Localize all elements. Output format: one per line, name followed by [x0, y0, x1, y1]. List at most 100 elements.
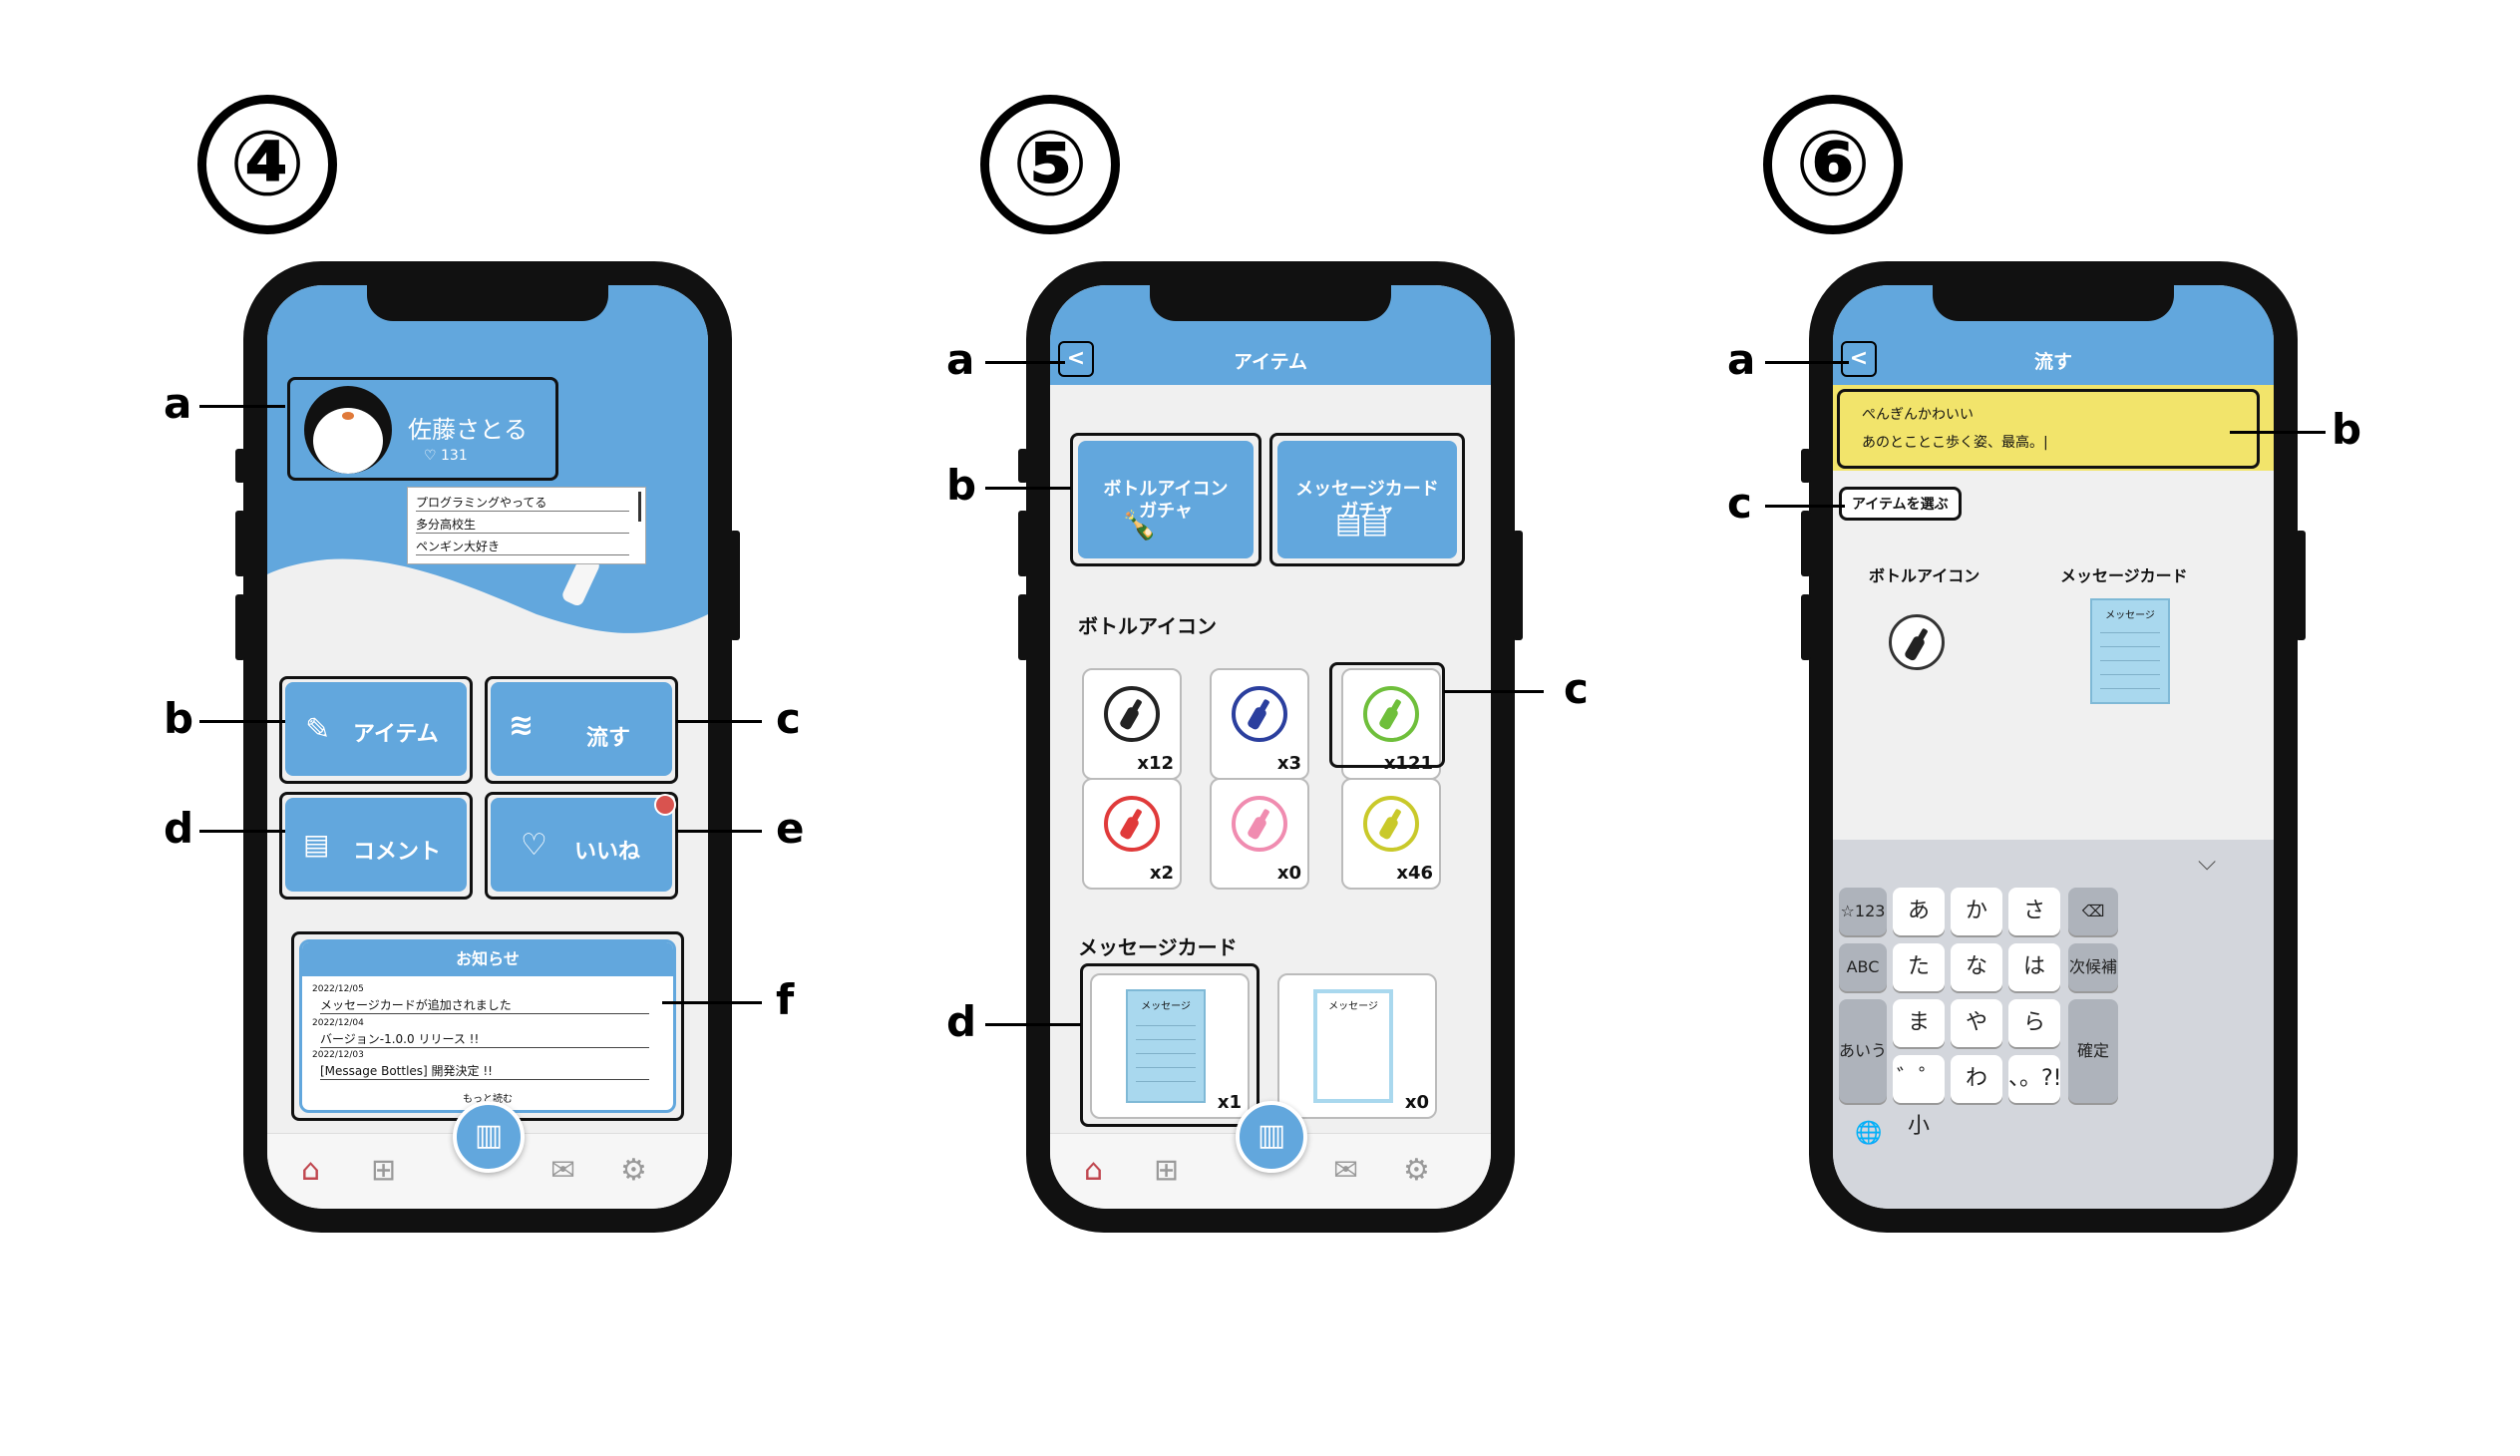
callout-f: f [776, 975, 795, 1024]
key-0[interactable]: ま [1893, 999, 1945, 1047]
message-line: ぺんぎんかわいい [1862, 407, 1974, 423]
key-2[interactable]: ら [2008, 999, 2060, 1047]
bottle-cell[interactable]: x46 [1341, 778, 1441, 890]
news-date: 2022/12/04 [312, 1018, 364, 1028]
heart-icon: ♡ [424, 448, 437, 464]
flow-screen: 流す < ぺんぎんかわいい あのとことこ歩く姿、最高。| アイテムを選ぶ ボトル… [1833, 285, 2274, 1209]
page-title: アイテム [1233, 351, 1308, 373]
card-count: x0 [1404, 1092, 1429, 1113]
settings-icon[interactable]: ⚙ [620, 1156, 647, 1186]
scrollbar[interactable] [638, 492, 641, 522]
likes-count: 131 [441, 448, 468, 464]
like-button[interactable]: ♡ いいね [491, 794, 676, 892]
bio-line: ペンギン大好き [416, 538, 629, 555]
news-item[interactable]: バージョン-1.0.0 リリース !! [320, 1030, 649, 1048]
bio-line: プログラミングやってる [416, 494, 629, 512]
key-2[interactable]: か [1951, 888, 2002, 935]
key-1[interactable]: あ [1893, 888, 1945, 935]
mail-icon[interactable]: ✉ [1333, 1156, 1358, 1186]
bottle-section-title: ボトルアイコン [1078, 614, 1217, 638]
message-card-empty: メッセージ [1313, 989, 1393, 1103]
flow-button[interactable]: ≋ 流す [491, 682, 672, 776]
card-section-title: メッセージカード [1078, 935, 1238, 959]
key-2[interactable]: な [1951, 943, 2002, 991]
map-icon[interactable]: ▥ [453, 1101, 525, 1173]
selected-bottle[interactable] [1889, 614, 1945, 670]
key-2[interactable]: 、。?! [2008, 1055, 2062, 1103]
message-input[interactable]: ぺんぎんかわいい あのとことこ歩く姿、最高。| [1837, 389, 2260, 469]
back-button[interactable]: < [1058, 341, 1094, 377]
callout-b: b [946, 461, 977, 510]
key-confirm[interactable]: 確定 [2068, 999, 2118, 1103]
key-4[interactable]: 次候補 [2068, 943, 2118, 991]
selected-bottle-outline [1329, 662, 1445, 768]
notification-badge [654, 794, 676, 816]
settings-icon[interactable]: ⚙ [1403, 1156, 1430, 1186]
heart-icon: ♡ [521, 828, 547, 863]
chevron-down-icon[interactable]: ⌵ [2198, 848, 2216, 876]
phone-home: 佐藤さとる ♡ 131 プログラミングやってる 多分高校生 ペンギン大好き ✎ … [235, 261, 740, 1233]
home-icon[interactable]: ⌂ [1084, 1156, 1103, 1186]
card-count: x1 [1217, 1092, 1242, 1113]
home-icon[interactable]: ⌂ [301, 1156, 320, 1186]
key-3[interactable]: さ [2008, 888, 2060, 935]
phone-flow: 流す < ぺんぎんかわいい あのとことこ歩く姿、最高。| アイテムを選ぶ ボトル… [1801, 261, 2306, 1233]
selected-card[interactable]: メッセージ [2090, 598, 2170, 704]
map-icon[interactable]: ▥ [1236, 1101, 1307, 1173]
back-button[interactable]: < [1841, 341, 1877, 377]
bottle-cell[interactable]: x2 [1082, 778, 1182, 890]
add-icon[interactable]: ⊞ [371, 1156, 396, 1186]
bottle-icon [1363, 796, 1419, 852]
bottle-icon [1905, 628, 1928, 661]
key-0[interactable]: ゛゜小 [1893, 1055, 1945, 1139]
choose-item-button[interactable]: アイテムを選ぶ [1839, 487, 1962, 521]
profile-name: 佐藤さとる [408, 416, 528, 444]
keyboard: ⌵ ☆123 あかさ ⌫ ABC たなは次候補あいうまやら゛゜小わ、。?! 確定 🌐 [1833, 840, 2274, 1209]
key-1[interactable]: た [1893, 943, 1945, 991]
item-button[interactable]: ✎ アイテム [285, 682, 467, 776]
key-1[interactable]: や [1951, 999, 2002, 1047]
card-gacha-button[interactable]: メッセージカード ガチャ ▤▤ [1277, 441, 1457, 558]
key-1[interactable]: わ [1951, 1055, 2002, 1103]
bottle-icon [1232, 686, 1287, 742]
bottle-count: x0 [1276, 863, 1301, 884]
item-icon: ✎ [305, 712, 331, 747]
news-date: 2022/12/03 [312, 1050, 364, 1060]
comment-button[interactable]: ▤ コメント [285, 798, 467, 892]
avatar [304, 386, 392, 474]
news-title: お知らせ [302, 942, 673, 976]
bottle-cell[interactable]: x3 [1210, 668, 1309, 780]
news-item[interactable]: メッセージカードが追加されました [320, 996, 649, 1014]
bottle-icon [1104, 686, 1160, 742]
key-3[interactable]: は [2008, 943, 2060, 991]
key-0[interactable]: ABC [1839, 943, 1887, 991]
news-date: 2022/12/05 [312, 984, 364, 994]
key-0[interactable]: ☆123 [1839, 888, 1887, 935]
callout-a: a [1727, 335, 1756, 384]
card-cell[interactable]: メッセージ x0 [1277, 973, 1437, 1119]
key-4[interactable]: ⌫ [2068, 888, 2118, 935]
bottle-icon [1232, 796, 1287, 852]
bottle-count: x46 [1396, 863, 1433, 884]
bottle-gacha-button[interactable]: ボトルアイコン ガチャ 🍾 [1078, 441, 1254, 558]
globe-icon[interactable]: 🌐 [1855, 1121, 1882, 1146]
callout-b: b [164, 694, 194, 743]
profile-card[interactable]: 佐藤さとる ♡ 131 [287, 377, 558, 481]
news-item[interactable]: [Message Bottles] 開発決定 !! [320, 1062, 649, 1080]
card-cell[interactable]: メッセージ x1 [1090, 973, 1250, 1119]
callout-c: c [1564, 664, 1589, 713]
items-screen: アイテム < ボトルアイコン ガチャ 🍾 メッセージカード ガチャ ▤▤ ボトル… [1050, 285, 1491, 1209]
bottle-count: x3 [1276, 753, 1301, 774]
news-panel: お知らせ 2022/12/05 メッセージカードが追加されました 2022/12… [299, 939, 676, 1113]
callout-d: d [946, 997, 977, 1046]
profile-likes: ♡ 131 [424, 448, 468, 464]
mail-icon[interactable]: ✉ [550, 1156, 575, 1186]
bottle-cell[interactable]: x12 [1082, 668, 1182, 780]
add-icon[interactable]: ⊞ [1154, 1156, 1179, 1186]
bottle-cell[interactable]: x0 [1210, 778, 1309, 890]
key-kana-mode[interactable]: あいう [1839, 999, 1887, 1103]
callout-a: a [946, 335, 975, 384]
message-line: あのとことこ歩く姿、最高。| [1862, 435, 2048, 451]
callout-c: c [776, 694, 801, 743]
callout-b: b [2332, 405, 2362, 454]
